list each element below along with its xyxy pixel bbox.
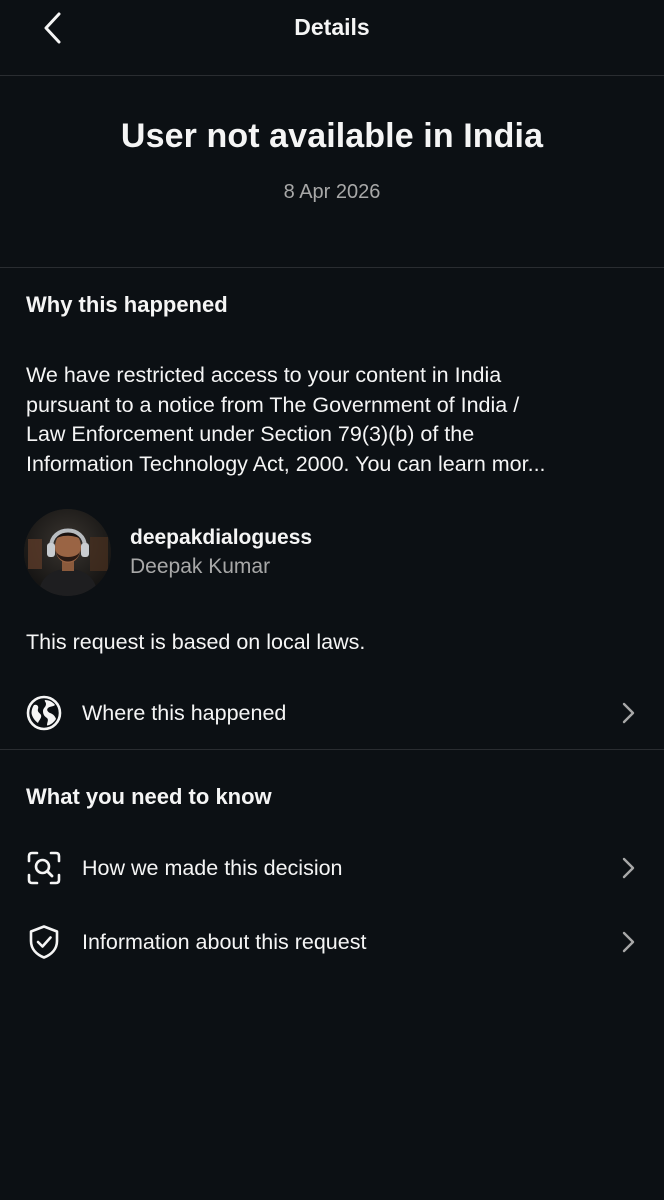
shield-check-icon xyxy=(24,922,64,962)
section-divider xyxy=(0,749,664,750)
information-about-request-label: Information about this request xyxy=(82,930,367,954)
reason-text[interactable]: We have restricted access to your conten… xyxy=(26,361,641,479)
top-bar: Details xyxy=(0,0,664,76)
account-card[interactable]: deepakdialoguess Deepak Kumar xyxy=(24,509,624,597)
avatar xyxy=(24,509,111,596)
profile-photo xyxy=(24,509,111,596)
search-scan-icon xyxy=(24,848,64,888)
reason-line: Information Technology Act, 2000. You ca… xyxy=(26,451,546,476)
local-laws-note: This request is based on local laws. xyxy=(26,630,366,654)
why-heading: Why this happened xyxy=(26,292,228,317)
know-heading: What you need to know xyxy=(26,784,272,809)
globe-icon xyxy=(24,693,64,733)
account-username: deepakdialoguess xyxy=(130,526,313,549)
account-full-name: Deepak Kumar xyxy=(130,555,271,578)
chevron-right-icon xyxy=(622,702,635,724)
reason-line: We have restricted access to your conten… xyxy=(26,363,502,387)
how-we-made-decision-row[interactable]: How we made this decision xyxy=(0,838,664,898)
reason-line: pursuant to a notice from The Government… xyxy=(26,392,520,417)
information-about-request-row[interactable]: Information about this request xyxy=(0,912,664,972)
where-this-happened-row[interactable]: Where this happened xyxy=(0,683,664,743)
reason-line: Law Enforcement under Section 79(3)(b) o… xyxy=(26,422,475,446)
status-title: User not available in India xyxy=(120,117,544,155)
page-title: Details xyxy=(294,14,370,40)
where-this-happened-label: Where this happened xyxy=(82,701,287,725)
chevron-right-icon xyxy=(622,931,635,953)
chevron-right-icon xyxy=(622,857,635,879)
status-summary: User not available in India 8 Apr 2026 xyxy=(0,76,664,268)
how-we-made-decision-label: How we made this decision xyxy=(82,856,343,880)
status-date: 8 Apr 2026 xyxy=(283,181,381,203)
